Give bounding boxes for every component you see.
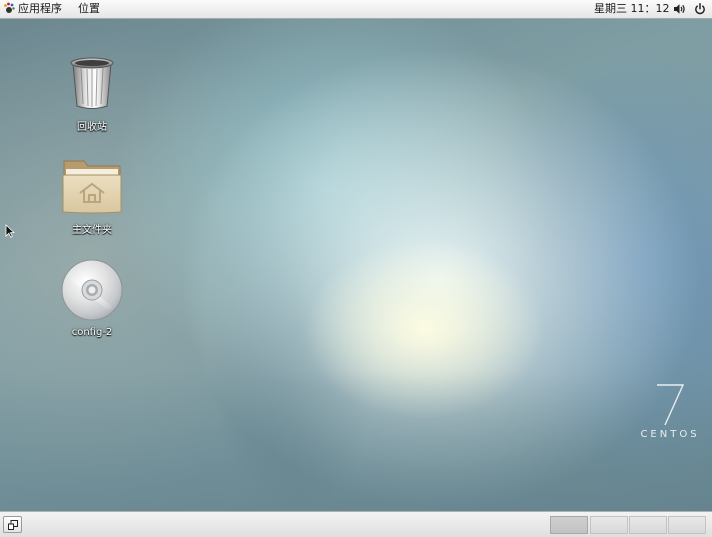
workspace-4[interactable] bbox=[668, 516, 706, 534]
desktop-shade bbox=[0, 371, 712, 511]
clock-label: 星期三 11：12 bbox=[594, 2, 670, 15]
bottom-panel bbox=[0, 511, 712, 537]
desktop-icon-label: 主文件夹 bbox=[72, 225, 112, 236]
applications-menu[interactable]: 应用程序 bbox=[3, 0, 62, 18]
home-folder-icon bbox=[62, 160, 122, 214]
show-desktop-button[interactable] bbox=[3, 516, 22, 533]
trash-icon bbox=[70, 57, 114, 109]
clock[interactable]: 星期三 11：12 bbox=[594, 0, 670, 18]
volume-icon[interactable] bbox=[673, 3, 686, 15]
desktop-icon-label: config-2 bbox=[71, 327, 113, 338]
desktop[interactable]: 回收站 主文件夹 config-2 CENTOS bbox=[0, 19, 712, 511]
workspace-3[interactable] bbox=[629, 516, 667, 534]
workspace-2[interactable] bbox=[590, 516, 628, 534]
top-panel: 应用程序 位置 星期三 11：12 bbox=[0, 0, 712, 19]
optical-disc-icon bbox=[61, 259, 123, 321]
gnome-foot-icon bbox=[4, 2, 15, 13]
places-menu-label: 位置 bbox=[78, 2, 100, 15]
centos-logo: CENTOS bbox=[630, 381, 710, 440]
places-menu[interactable]: 位置 bbox=[78, 0, 100, 18]
workspace-1[interactable] bbox=[550, 516, 588, 534]
show-desktop-icon bbox=[8, 520, 18, 530]
centos-logo-text: CENTOS bbox=[640, 429, 700, 440]
desktop-icon-label: 回收站 bbox=[77, 122, 107, 133]
desktop-icon-disc[interactable]: config-2 bbox=[52, 259, 132, 338]
screen: 应用程序 位置 星期三 11：12 回收站 主文件夹 config-2 CENT… bbox=[0, 0, 712, 537]
desktop-icon-home-folder[interactable]: 主文件夹 bbox=[52, 157, 132, 236]
applications-menu-label: 应用程序 bbox=[18, 2, 62, 15]
desktop-icon-trash[interactable]: 回收站 bbox=[52, 54, 132, 133]
centos-seven-mark bbox=[657, 384, 685, 426]
power-icon[interactable] bbox=[694, 3, 706, 15]
mouse-cursor-icon bbox=[5, 224, 15, 238]
